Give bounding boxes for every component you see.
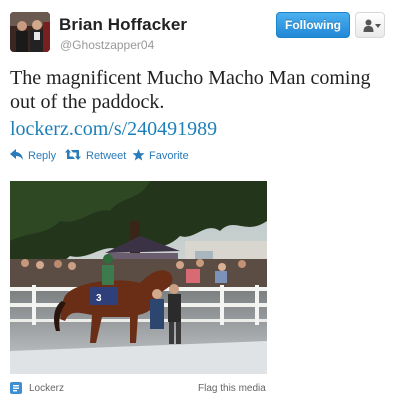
- reply-icon: [10, 149, 23, 160]
- avatar-image: [10, 12, 50, 52]
- lockerz-icon: [10, 382, 22, 394]
- tweet-link[interactable]: lockerz.com/s/240491989: [10, 117, 217, 141]
- avatar[interactable]: [10, 12, 50, 52]
- retweet-icon: [65, 149, 81, 160]
- media-photo[interactable]: 3: [10, 181, 267, 374]
- horse-photo: 3: [10, 181, 267, 374]
- display-name[interactable]: Brian Hoffacker: [59, 15, 187, 35]
- flag-media-link[interactable]: Flag this media: [198, 383, 266, 394]
- media-footer: Lockerz Flag this media: [0, 380, 395, 398]
- caret-down-icon: [375, 24, 381, 28]
- favorite-label: Favorite: [149, 150, 189, 162]
- reply-label: Reply: [28, 150, 57, 162]
- person-icon: [363, 19, 374, 32]
- star-icon: [132, 149, 145, 161]
- retweet-label: Retweet: [86, 150, 127, 162]
- media-source-name[interactable]: Lockerz: [29, 383, 64, 394]
- tweet-text: The magnificent Mucho Macho Man coming o…: [10, 67, 371, 113]
- user-actions-button[interactable]: [355, 12, 385, 38]
- user-handle[interactable]: @Ghostzapper04: [60, 38, 154, 52]
- svg-text:3: 3: [96, 293, 102, 304]
- following-button[interactable]: Following: [276, 12, 350, 38]
